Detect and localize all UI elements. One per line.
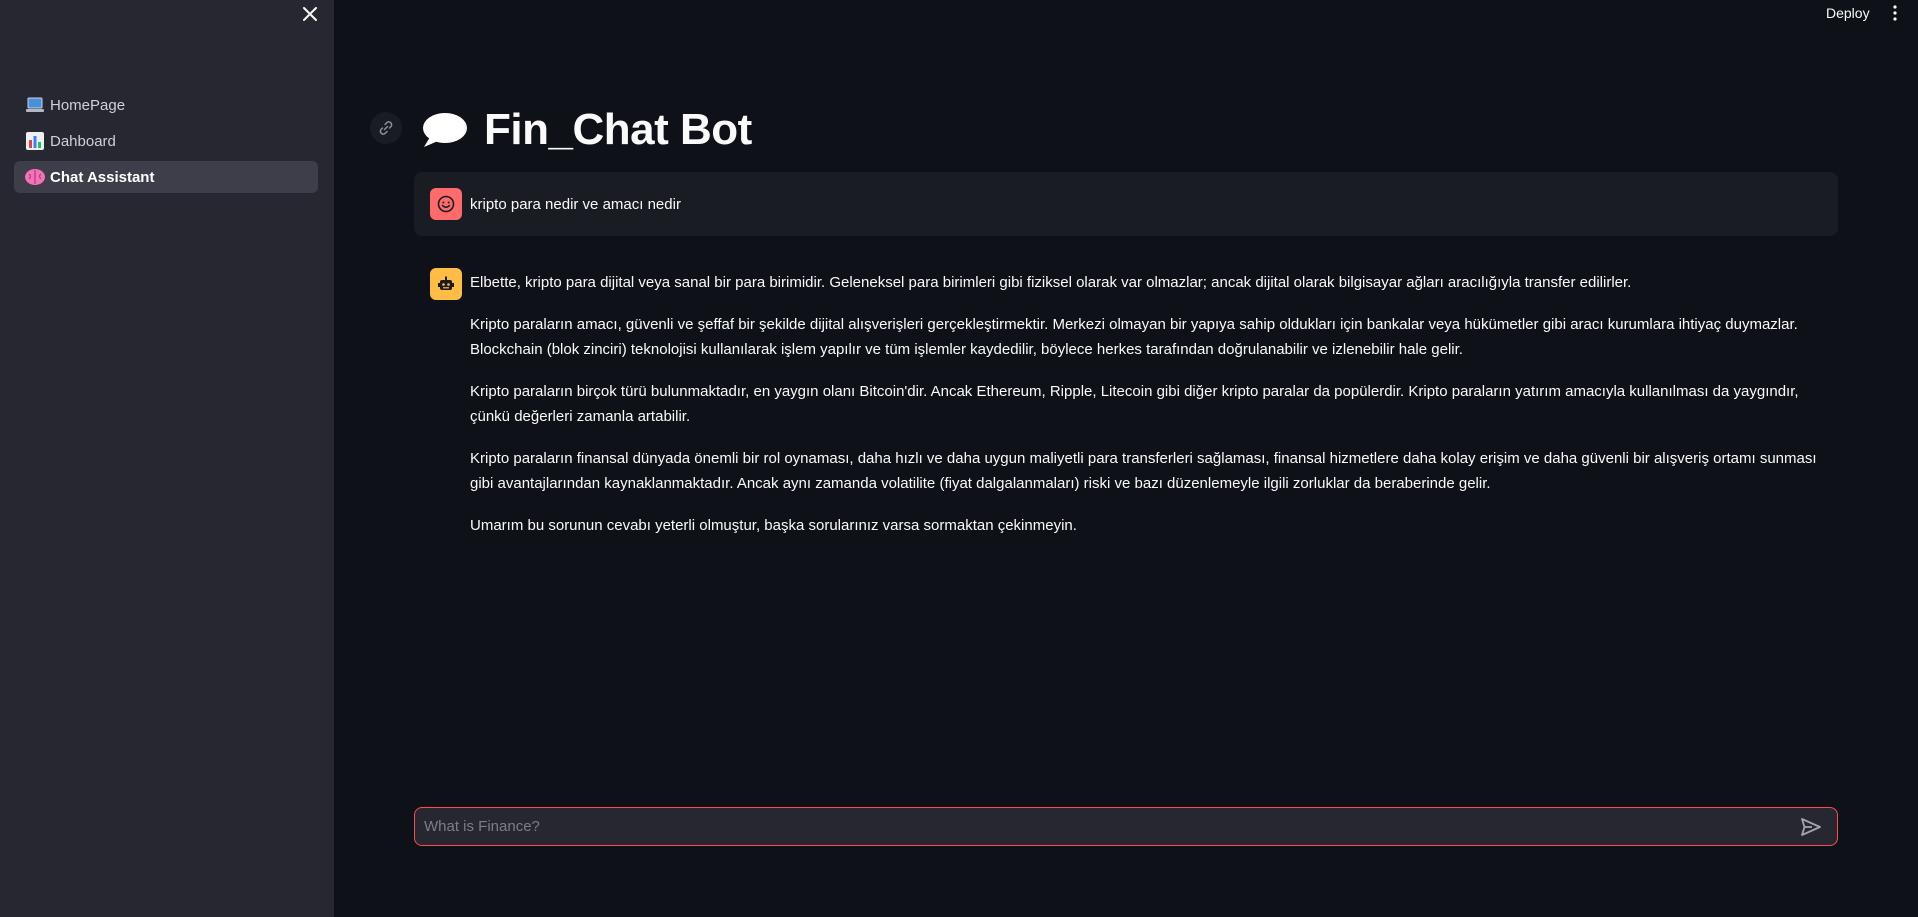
sidebar-nav: HomePage Dahboard Chat Assistant <box>14 89 318 197</box>
assistant-paragraph: Kripto paraların finansal dünyada önemli… <box>470 450 1817 492</box>
assistant-chat-message: Elbette, kripto para dijital veya sanal … <box>430 268 1830 555</box>
chat-input[interactable] <box>415 808 1793 845</box>
assistant-avatar <box>430 268 462 300</box>
speech-bubble-icon <box>423 113 467 147</box>
assistant-paragraph: Umarım bu sorunun cevabı yeterli olmuştu… <box>470 517 1077 534</box>
user-chat-message: kripto para nedir ve amacı nedir <box>414 172 1838 236</box>
sidebar-item-label: Dahboard <box>50 132 116 150</box>
link-icon <box>379 121 393 135</box>
kebab-menu-icon <box>1893 5 1897 21</box>
close-sidebar-button[interactable] <box>298 2 322 26</box>
assistant-paragraph: Elbette, kripto para dijital veya sanal … <box>470 274 1632 291</box>
sidebar-item-chat-assistant[interactable]: Chat Assistant <box>14 161 318 193</box>
assistant-message-text: Elbette, kripto para dijital veya sanal … <box>470 268 1830 555</box>
send-icon <box>1801 817 1821 836</box>
close-icon <box>303 7 317 21</box>
laptop-icon <box>24 95 46 115</box>
user-avatar <box>430 188 462 220</box>
smiley-face-icon <box>437 195 455 213</box>
deploy-button[interactable]: Deploy <box>1814 0 1882 26</box>
page-title: Fin_Chat Bot <box>484 105 752 154</box>
page-header: Fin_Chat Bot <box>420 100 752 160</box>
sidebar-item-dashboard[interactable]: Dahboard <box>14 125 318 157</box>
assistant-paragraph: Kripto paraların birçok türü bulunmaktad… <box>470 383 1799 425</box>
sidebar: HomePage Dahboard Chat Assistant <box>0 0 334 917</box>
bar-chart-icon <box>24 131 46 151</box>
main-menu-button[interactable] <box>1884 2 1906 24</box>
brain-icon <box>24 167 46 187</box>
sidebar-item-label: Chat Assistant <box>50 168 155 186</box>
robot-icon <box>438 276 454 290</box>
send-button[interactable] <box>1793 809 1829 845</box>
sidebar-item-homepage[interactable]: HomePage <box>14 89 318 121</box>
header-anchor-link[interactable] <box>370 112 402 144</box>
user-message-text: kripto para nedir ve amacı nedir <box>470 195 681 213</box>
assistant-paragraph: Kripto paraların amacı, güvenli ve şeffa… <box>470 316 1798 358</box>
sidebar-item-label: HomePage <box>50 96 126 114</box>
chat-input-container <box>414 807 1838 846</box>
